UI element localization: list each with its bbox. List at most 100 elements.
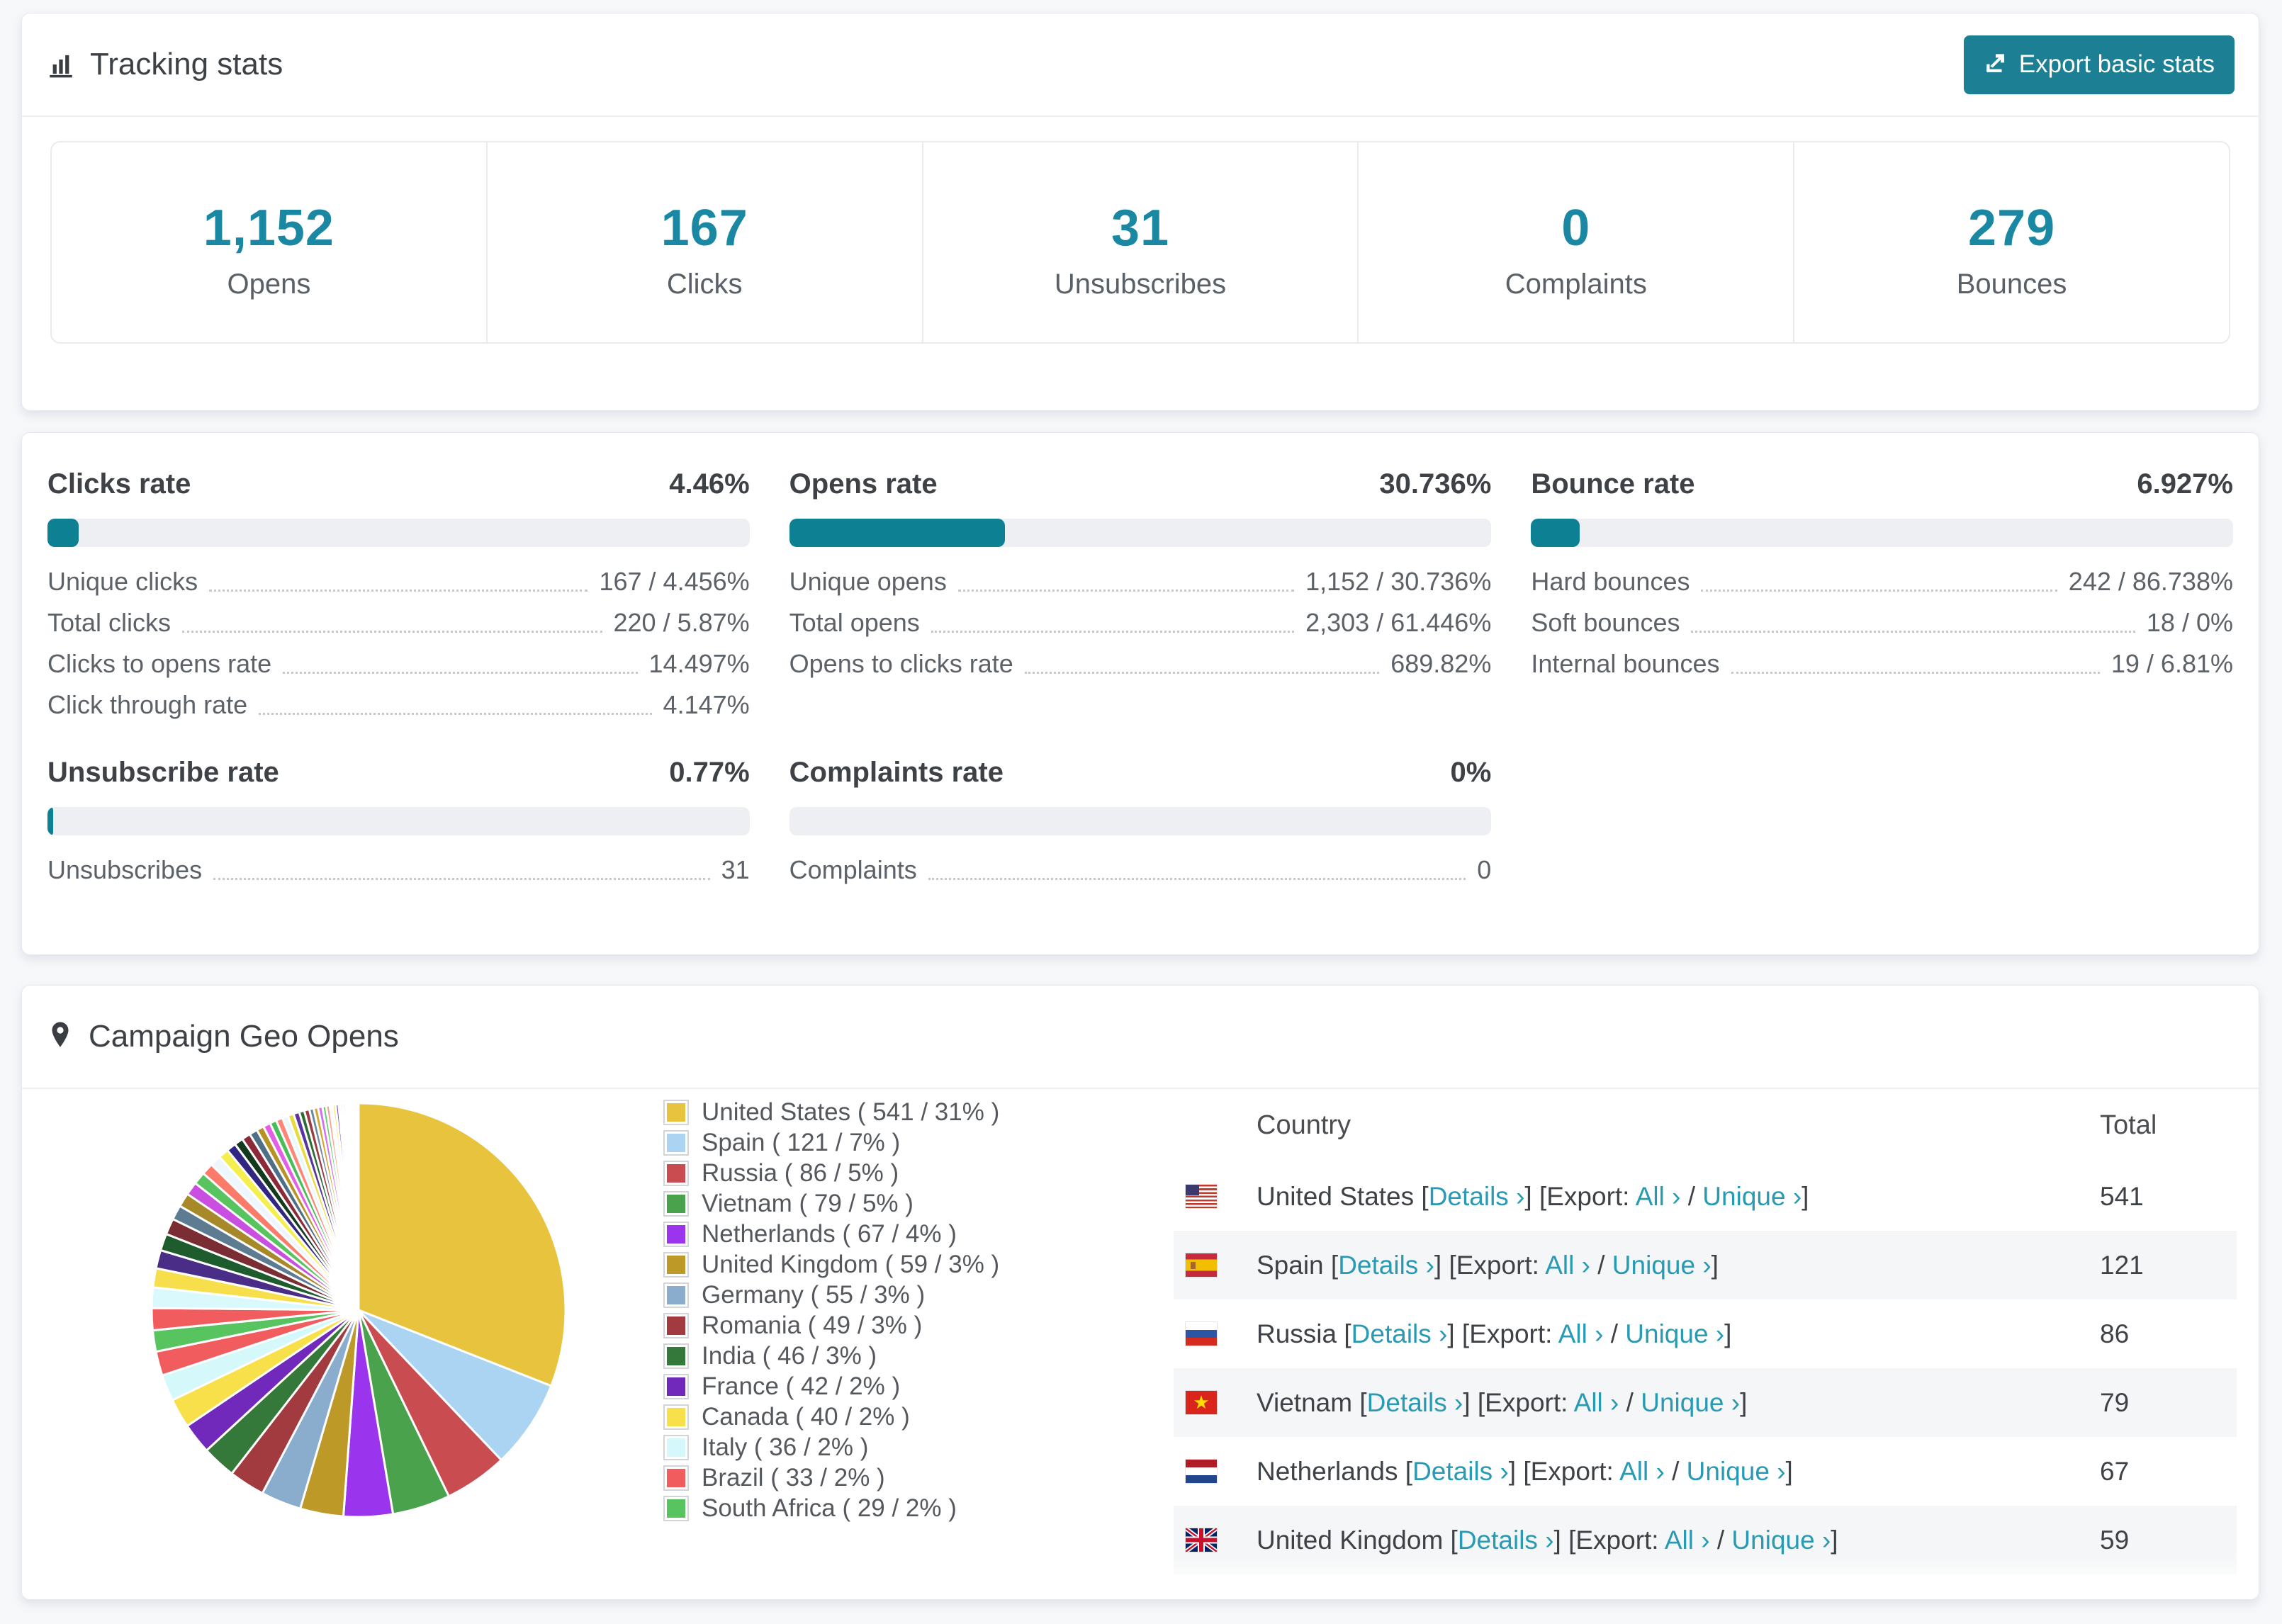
- export-all-link[interactable]: All ›: [1586, 1594, 1631, 1600]
- legend-swatch: [663, 1495, 689, 1521]
- export-all-link[interactable]: All ›: [1665, 1526, 1710, 1555]
- stat-clicks: 167 Clicks: [485, 142, 922, 342]
- bounces-label: Bounces: [1956, 269, 2067, 300]
- country-name: United Kingdom: [1257, 1525, 1444, 1555]
- dotted-leader: [182, 631, 602, 633]
- geo-opens-card: Campaign Geo Opens United States ( 541 /…: [21, 985, 2259, 1600]
- dotted-leader: [1024, 672, 1380, 674]
- detail-value: 0: [1477, 855, 1492, 884]
- export-unique-link[interactable]: Unique ›: [1687, 1457, 1786, 1486]
- legend-item-italy[interactable]: Italy ( 36 / 2% ): [663, 1432, 999, 1462]
- export-all-link[interactable]: All ›: [1558, 1319, 1604, 1348]
- summary-stats-box: 1,152 Opens 167 Clicks 31 Unsubscribes 0…: [50, 141, 2230, 344]
- legend-item-germany[interactable]: Germany ( 55 / 3% ): [663, 1280, 999, 1310]
- legend-item-india[interactable]: India ( 46 / 3% ): [663, 1341, 999, 1371]
- page-title: Tracking stats: [90, 47, 283, 81]
- detail-row: Total clicks 220 / 5.87%: [47, 598, 750, 639]
- export-unique-link[interactable]: Unique ›: [1702, 1182, 1802, 1211]
- detail-label: Unique clicks: [47, 567, 198, 596]
- bounce-rate-progressbar: [1531, 519, 2233, 547]
- detail-row: Complaints 0: [789, 845, 1492, 886]
- stat-bounces: 279 Bounces: [1793, 142, 2229, 342]
- detail-value: 14.497%: [648, 649, 750, 678]
- tracking-stats-card: Tracking stats Export basic stats 1,152 …: [21, 13, 2259, 411]
- export-all-link[interactable]: All ›: [1545, 1251, 1590, 1280]
- legend-item-brazil[interactable]: Brazil ( 33 / 2% ): [663, 1462, 999, 1493]
- country-total: 121: [2100, 1250, 2144, 1280]
- tracking-stats-page: { "theme":{"accent_teal":"#1c7f93","bar_…: [0, 0, 2282, 1624]
- country-name: United States: [1257, 1181, 1415, 1211]
- complaints-rate-value: 0%: [1450, 757, 1492, 788]
- export-all-link[interactable]: All ›: [1636, 1182, 1681, 1211]
- export-button-label: Export basic stats: [2018, 50, 2215, 78]
- spain-flag-icon: [1186, 1253, 1217, 1277]
- detail-value: 689.82%: [1390, 649, 1492, 678]
- geo-opens-title-group: Campaign Geo Opens: [46, 1019, 399, 1054]
- legend-swatch: [663, 1312, 689, 1338]
- country-total: 541: [2100, 1181, 2144, 1211]
- detail-label: Hard bounces: [1531, 567, 1690, 596]
- unsubscribe-rate-progress-fill: [47, 807, 53, 835]
- opens-label: Opens: [227, 269, 311, 300]
- russia-flag-icon: [1186, 1322, 1217, 1346]
- export-all-link[interactable]: All ›: [1574, 1388, 1619, 1417]
- detail-row: Internal bounces 19 / 6.81%: [1531, 639, 2233, 680]
- export-unique-link[interactable]: Unique ›: [1612, 1251, 1712, 1280]
- germany-flag-icon: [1186, 1597, 1217, 1599]
- opens-rate-block: Opens rate 30.736% Unique opens 1,152 / 3…: [789, 468, 1492, 721]
- complaints-label: Complaints: [1505, 269, 1647, 300]
- export-basic-stats-button[interactable]: Export basic stats: [1963, 35, 2235, 94]
- details-link[interactable]: Details ›: [1412, 1457, 1509, 1486]
- legend-item-spain[interactable]: Spain ( 121 / 7% ): [663, 1127, 999, 1158]
- detail-label: Total clicks: [47, 608, 172, 637]
- detail-label: Clicks to opens rate: [47, 649, 272, 678]
- country-total: 59: [2100, 1525, 2130, 1555]
- details-link[interactable]: Details ›: [1429, 1182, 1525, 1211]
- export-unique-link[interactable]: Unique ›: [1625, 1319, 1724, 1348]
- details-link[interactable]: Details ›: [1367, 1388, 1463, 1417]
- legend-item-russia[interactable]: Russia ( 86 / 5% ): [663, 1158, 999, 1188]
- details-link[interactable]: Details ›: [1351, 1319, 1448, 1348]
- detail-row: Total opens 2,303 / 61.446%: [789, 598, 1492, 639]
- legend-item-united-kingdom[interactable]: United Kingdom ( 59 / 3% ): [663, 1249, 999, 1280]
- legend-item-south-africa[interactable]: South Africa ( 29 / 2% ): [663, 1493, 999, 1523]
- table-row-spain: Spain [Details ›] [Export: All › / Uniqu…: [1174, 1231, 2237, 1299]
- opens-rate-progress-fill: [789, 519, 1006, 547]
- dotted-leader: [283, 672, 638, 674]
- country-name: Germany: [1257, 1594, 1364, 1600]
- legend-item-romania[interactable]: Romania ( 49 / 3% ): [663, 1310, 999, 1341]
- unsubscribe-rate-title: Unsubscribe rate: [47, 757, 279, 788]
- details-link[interactable]: Details ›: [1379, 1594, 1476, 1600]
- legend-item-vietnam[interactable]: Vietnam ( 79 / 5% ): [663, 1188, 999, 1219]
- export-unique-link[interactable]: Unique ›: [1653, 1594, 1752, 1600]
- opens-rate-value: 30.736%: [1379, 468, 1492, 500]
- country-name: Netherlands: [1257, 1456, 1398, 1486]
- legend-swatch: [663, 1282, 689, 1308]
- legend-item-netherlands[interactable]: Netherlands ( 67 / 4% ): [663, 1219, 999, 1249]
- export-unique-link[interactable]: Unique ›: [1641, 1388, 1740, 1417]
- dotted-leader: [259, 713, 652, 715]
- table-header-row: Country Total: [1174, 1089, 2237, 1162]
- legend-item-united-states[interactable]: United States ( 541 / 31% ): [663, 1097, 999, 1127]
- detail-label: Total opens: [789, 608, 920, 637]
- table-row-netherlands: Netherlands [Details ›] [Export: All › /…: [1174, 1437, 2237, 1506]
- details-link[interactable]: Details ›: [1458, 1526, 1554, 1555]
- legend-item-france[interactable]: France ( 42 / 2% ): [663, 1371, 999, 1402]
- export-unique-link[interactable]: Unique ›: [1731, 1526, 1831, 1555]
- detail-label: Click through rate: [47, 690, 248, 719]
- geo-pie-chart[interactable]: [150, 1101, 568, 1519]
- complaints-count: 0: [1561, 200, 1591, 256]
- united-states-flag-icon: [1186, 1185, 1217, 1208]
- detail-label: Unique opens: [789, 567, 947, 596]
- legend-item-canada[interactable]: Canada ( 40 / 2% ): [663, 1402, 999, 1432]
- detail-row: Unique opens 1,152 / 30.736%: [789, 557, 1492, 598]
- detail-label: Unsubscribes: [47, 855, 203, 884]
- unsubscribe-rate-value: 0.77%: [669, 757, 750, 788]
- details-link[interactable]: Details ›: [1338, 1251, 1434, 1280]
- detail-value: 4.147%: [663, 690, 750, 719]
- unsubscribe-rate-progressbar: [47, 807, 750, 835]
- export-all-link[interactable]: All ›: [1619, 1457, 1665, 1486]
- legend-swatch: [663, 1343, 689, 1369]
- detail-label: Opens to clicks rate: [789, 649, 1013, 678]
- detail-value: 19 / 6.81%: [2110, 649, 2233, 678]
